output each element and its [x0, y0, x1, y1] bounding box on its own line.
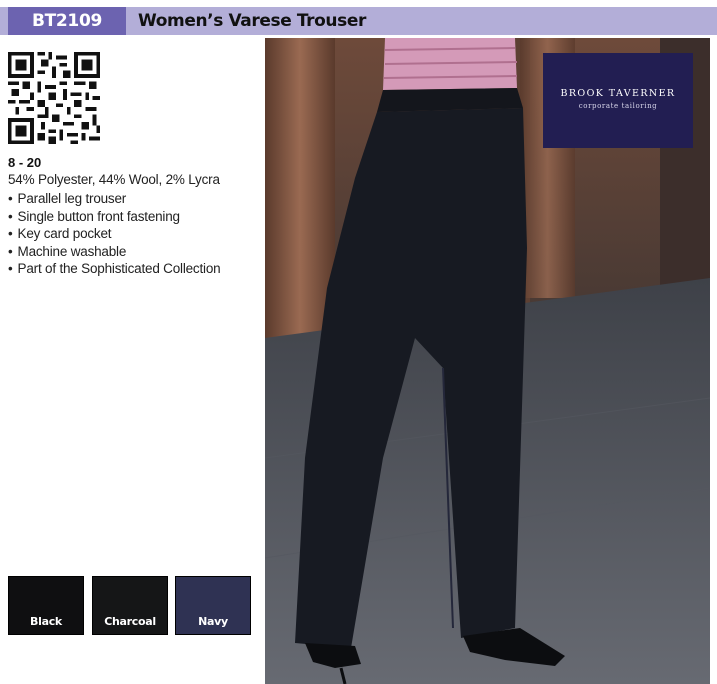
feature-item: Parallel leg trouser [8, 190, 220, 208]
feature-item: Part of the Sophisticated Collection [8, 260, 221, 278]
colour-swatch-charcoal: Charcoal [92, 576, 168, 635]
product-title: Women’s Varese Trouser [138, 11, 366, 31]
swatch-label: Charcoal [104, 615, 156, 628]
swatch-label: Black [30, 615, 62, 628]
brand-name: BROOK TAVERNER [560, 88, 676, 99]
brand-logo: BROOK TAVERNER corporate tailoring [543, 53, 693, 148]
colour-swatch-black: Black [8, 576, 84, 635]
feature-item: Single button front fastening [8, 208, 220, 226]
size-range: 8 - 20 [8, 155, 42, 170]
product-code: BT2109 [8, 7, 126, 35]
brand-tagline: corporate tailoring [578, 102, 658, 110]
swatch-label: Navy [198, 615, 228, 628]
fabric-composition: 54% Polyester, 44% Wool, 2% Lycra [8, 172, 220, 187]
qr-code [8, 52, 100, 144]
feature-item: Machine washable [8, 243, 220, 261]
feature-list: Parallel leg trouser Single button front… [8, 190, 221, 278]
colour-swatch-navy: Navy [175, 576, 251, 635]
feature-item: Key card pocket [8, 225, 220, 243]
